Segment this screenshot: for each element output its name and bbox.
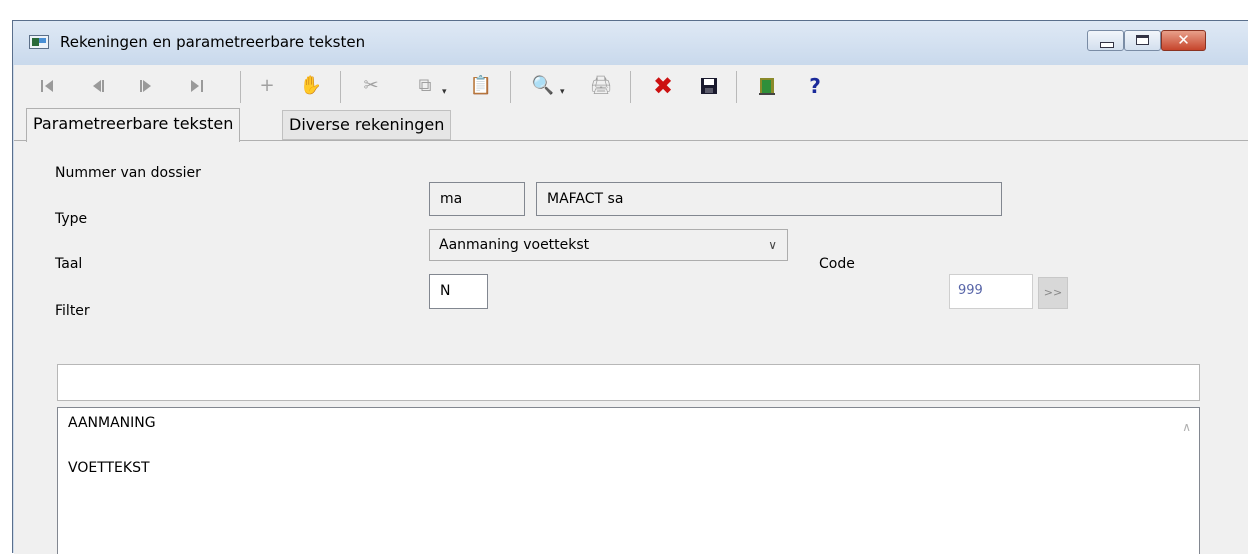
search-icon: 🔍 xyxy=(531,75,555,96)
tab-strip: Parametreerbare teksten Diverse rekening… xyxy=(14,107,1248,142)
hand-icon: ✋ xyxy=(299,75,323,96)
cancel-button[interactable]: ✖ xyxy=(646,71,680,101)
toolbar-separator xyxy=(736,71,737,103)
toolbar-separator xyxy=(510,71,511,103)
chevron-down-icon: ∨ xyxy=(768,238,777,252)
search-button[interactable]: 🔍 xyxy=(526,71,560,101)
paste-button[interactable]: 📋 xyxy=(464,71,498,101)
tab-diverse-rekeningen[interactable]: Diverse rekeningen xyxy=(282,110,452,140)
first-record-button[interactable] xyxy=(30,71,64,101)
taal-label: Taal xyxy=(55,256,83,272)
close-button[interactable]: ✕ xyxy=(1161,30,1206,51)
filter-label: Filter xyxy=(55,303,90,319)
title-bar[interactable]: Rekeningen en parametreerbare teksten ✕ xyxy=(13,21,1248,65)
minimize-button[interactable] xyxy=(1087,30,1124,51)
copy-dropdown-icon[interactable]: ▾ xyxy=(442,87,447,97)
text-editor[interactable]: AANMANING VOETTEKST ∧ xyxy=(57,407,1200,554)
type-label: Type xyxy=(55,211,88,227)
toolbar-separator xyxy=(240,71,241,103)
window-title: Rekeningen en parametreerbare teksten xyxy=(60,33,366,51)
floppy-disk-icon xyxy=(701,78,717,94)
next-record-button[interactable] xyxy=(130,71,164,101)
text-line: AANMANING xyxy=(68,415,156,431)
exit-button[interactable] xyxy=(750,71,784,101)
previous-record-button[interactable] xyxy=(80,71,114,101)
last-record-icon xyxy=(191,80,203,92)
copy-button[interactable]: ⧉ xyxy=(408,71,442,101)
delete-button[interactable]: ✋ xyxy=(294,71,328,101)
filter-input[interactable] xyxy=(57,364,1200,401)
code-label: Code xyxy=(819,256,855,272)
search-dropdown-icon[interactable]: ▾ xyxy=(560,87,565,97)
type-select[interactable]: Aanmaning voettekst ∨ xyxy=(429,229,788,261)
clipboard-icon: 📋 xyxy=(469,75,493,96)
door-exit-icon xyxy=(759,78,775,95)
dossier-label: Nummer van dossier xyxy=(55,165,201,181)
scroll-up-icon[interactable]: ∧ xyxy=(1182,420,1191,434)
toolbar-separator xyxy=(630,71,631,103)
toolbar-separator xyxy=(340,71,341,103)
app-icon xyxy=(29,35,49,49)
dossier-name-field[interactable]: MAFACT sa xyxy=(536,182,1002,216)
first-record-icon xyxy=(41,80,53,92)
help-button[interactable]: ? xyxy=(798,71,832,101)
save-button[interactable] xyxy=(692,71,726,101)
code-input[interactable]: 999 xyxy=(949,274,1033,309)
red-cross-icon: ✖ xyxy=(652,72,674,100)
cut-button[interactable]: ✂ xyxy=(354,71,388,101)
main-window: Rekeningen en parametreerbare teksten ✕ … xyxy=(12,20,1248,554)
dossier-code-field[interactable]: ma xyxy=(429,182,525,216)
add-button[interactable]: + xyxy=(250,71,284,101)
printer-icon: 🖨 xyxy=(589,75,613,96)
code-lookup-button[interactable]: >> xyxy=(1038,277,1068,309)
maximize-button[interactable] xyxy=(1124,30,1161,51)
toolbar: + ✋ ✂ ⧉ ▾ 📋 🔍 ▾ 🖨 ✖ ? xyxy=(14,65,1248,107)
next-record-icon xyxy=(140,80,151,92)
taal-input[interactable]: N xyxy=(429,274,488,309)
close-icon: ✕ xyxy=(1177,31,1190,49)
tab-parametreerbare-teksten[interactable]: Parametreerbare teksten xyxy=(26,108,241,142)
print-button[interactable]: 🖨 xyxy=(584,71,618,101)
form-panel: Nummer van dossier ma MAFACT sa Type Aan… xyxy=(14,141,1248,554)
scissors-icon: ✂ xyxy=(363,75,379,96)
question-mark-icon: ? xyxy=(809,74,821,98)
plus-icon: + xyxy=(259,75,275,96)
last-record-button[interactable] xyxy=(180,71,214,101)
copy-icon: ⧉ xyxy=(418,75,432,96)
minimize-icon xyxy=(1100,42,1114,48)
previous-record-icon xyxy=(93,80,104,92)
text-line: VOETTEKST xyxy=(68,460,150,476)
maximize-icon xyxy=(1136,35,1149,45)
type-select-value: Aanmaning voettekst xyxy=(439,237,590,253)
